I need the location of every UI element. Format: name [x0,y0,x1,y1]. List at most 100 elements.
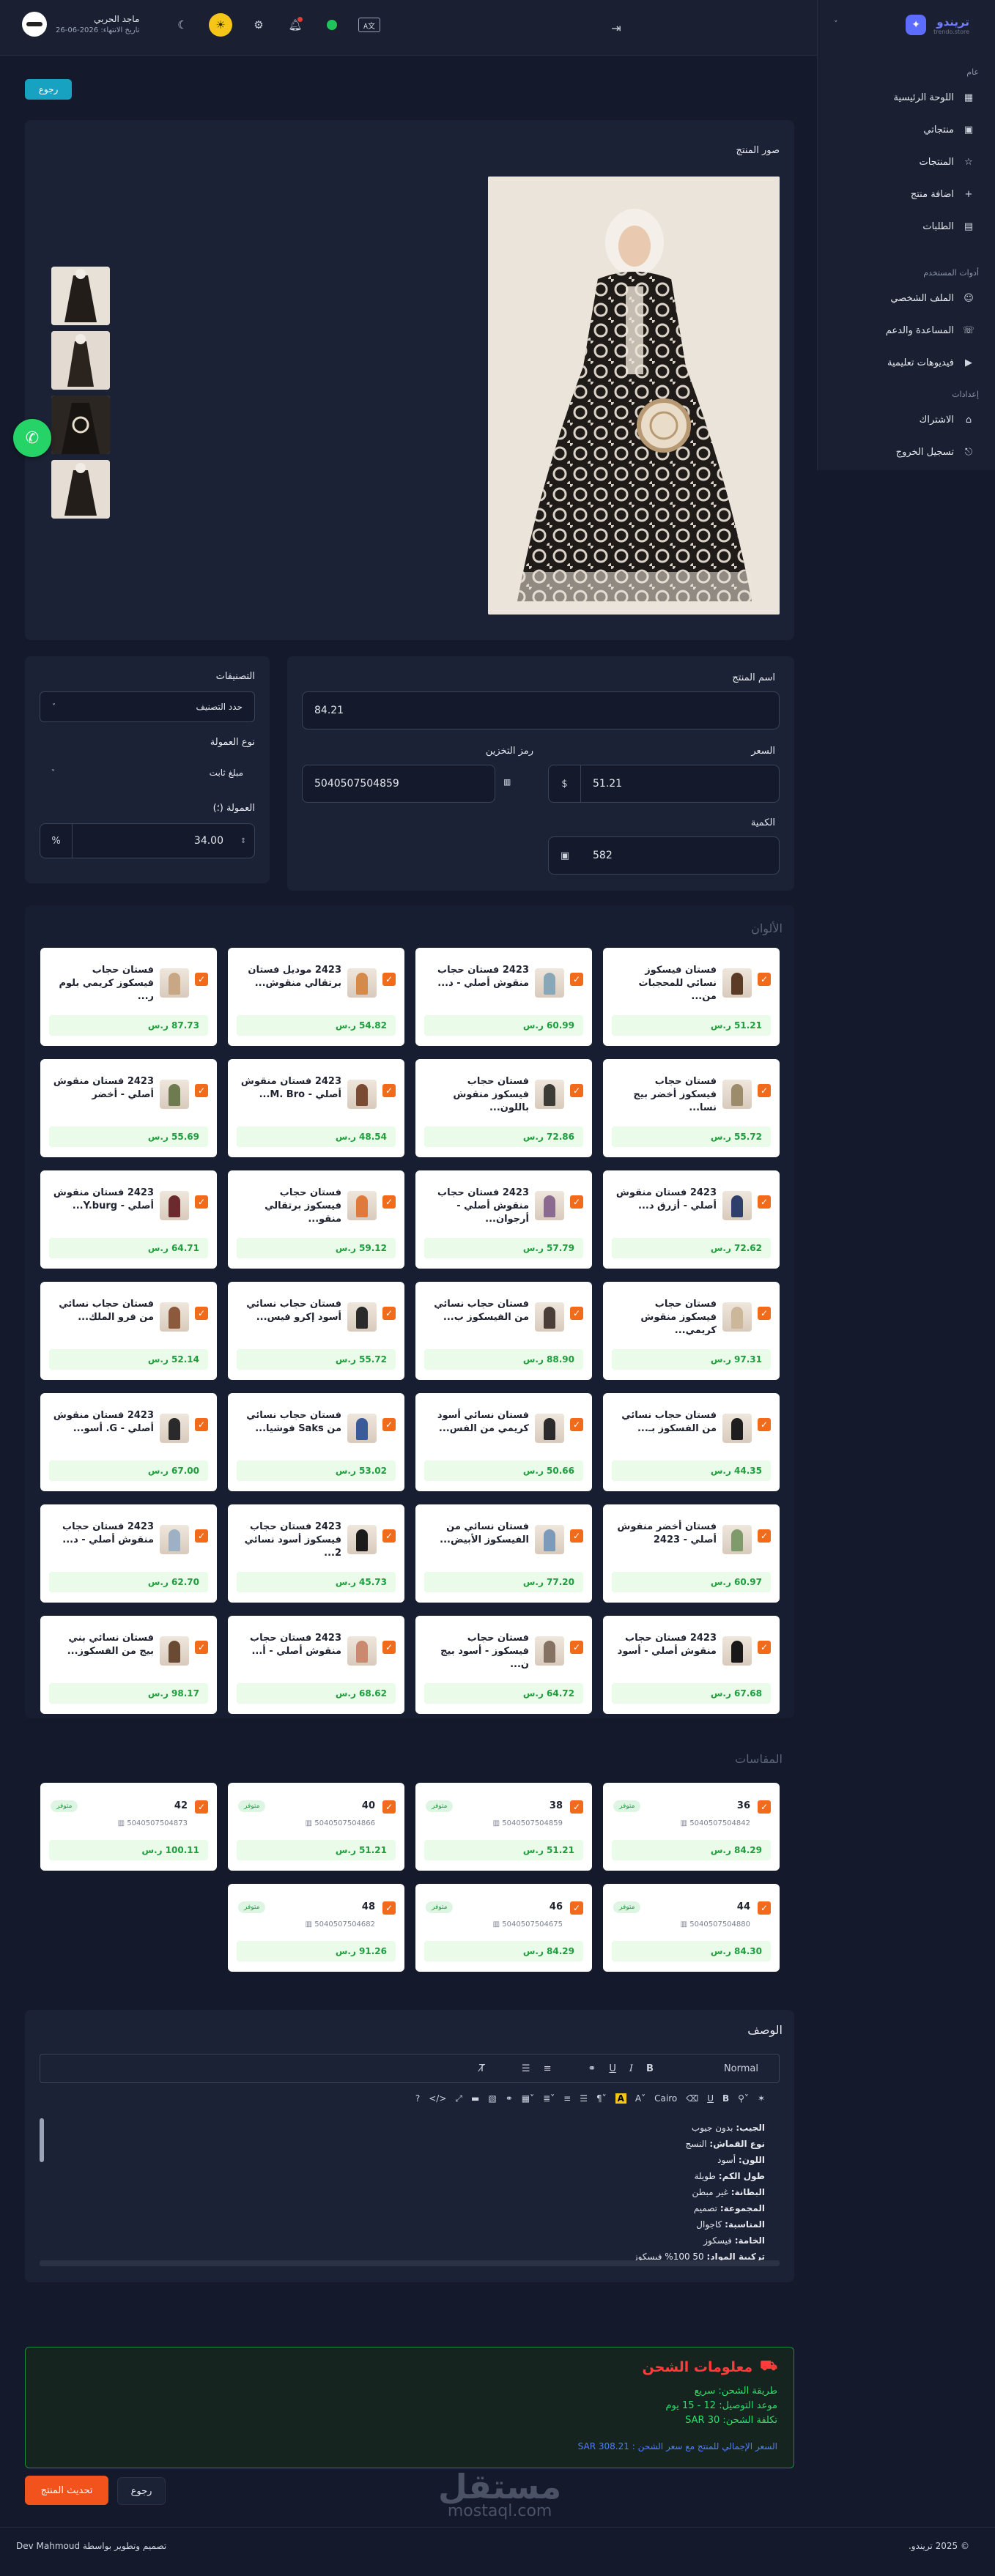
color-option-card[interactable]: ✓ 2423 فستان منقوش أصلي - M. Bro... 48.54 … [228,1059,404,1157]
style-icon[interactable]: ⚲˅ [738,2093,749,2104]
color-option-card[interactable]: ✓ فستان حجاب نسائي من فرو الملك... 52.14 ر… [40,1282,217,1380]
color-option-card[interactable]: ✓ فستان حجاب فيسكوز كريمي بلوم ر... 87.73 … [40,948,217,1046]
bullet-list-icon[interactable]: ≡ [544,2063,552,2074]
status-online-icon[interactable] [322,15,342,35]
sidebar-item-subscription[interactable]: ⌂ الاشتراك [817,408,995,431]
checkbox-checked-icon[interactable]: ✓ [758,1418,771,1431]
checkbox-checked-icon[interactable]: ✓ [382,1901,396,1915]
magic-icon[interactable]: ✶ [758,2093,765,2104]
checkbox-checked-icon[interactable]: ✓ [758,973,771,986]
code-icon[interactable]: </> [429,2093,446,2104]
main-product-image[interactable] [488,177,780,615]
checkbox-checked-icon[interactable]: ✓ [570,1529,583,1543]
checkbox-checked-icon[interactable]: ✓ [758,1641,771,1654]
whatsapp-icon[interactable]: ✆ [13,419,51,457]
sidebar-item-videos[interactable]: ▶ فيديوهات تعليمية [817,351,995,374]
sidebar-item-logout[interactable]: ⎋ تسجيل الخروج [817,440,995,464]
sidebar-item-my-products[interactable]: ▣ منتجاتي [817,118,995,141]
checkbox-checked-icon[interactable]: ✓ [382,1418,396,1431]
sidebar-item-products[interactable]: ☆ المنتجات [817,150,995,174]
sidebar-item-orders[interactable]: ▤ الطلبات [817,215,995,238]
price-input[interactable]: 51.21 $ [548,765,780,803]
font-family-select[interactable]: Cairo [654,2093,677,2104]
size-option-card[interactable]: ✓ 42 متوفر ▥ 5040507504873 100.11 ر.س [40,1783,217,1871]
highlight-color-icon[interactable]: A [615,2093,626,2104]
sidebar-item-profile[interactable]: ☺ الملف الشخصي [817,286,995,310]
line-height-icon[interactable]: ≣˅ [543,2093,555,2104]
stepper-icon[interactable]: ⇕ [232,824,254,858]
sidebar-item-dashboard[interactable]: ▦ اللوحة الرئيسية [817,86,995,109]
collapse-right-icon[interactable]: ⇥ [606,18,626,38]
checkbox-checked-icon[interactable]: ✓ [758,1901,771,1915]
back-button[interactable]: رجوع [25,79,72,100]
color-option-card[interactable]: ✓ 2423 فستان حجاب منقوش أصلي - د... 62.70 … [40,1504,217,1603]
link-icon[interactable]: ⚭ [588,2063,596,2074]
checkbox-checked-icon[interactable]: ✓ [570,1307,583,1320]
color-option-card[interactable]: ✓ 2423 فستان منقوش أصلي - أخضر 55.69 ر.س [40,1059,217,1157]
color-option-card[interactable]: ✓ 2423 فستان حجاب منقوش أصلي - أسود 67.68 … [603,1616,780,1714]
checkbox-checked-icon[interactable]: ✓ [570,1641,583,1654]
sidebar-item-support[interactable]: ☏ المساعدة والدعم [817,319,995,342]
fullscreen-icon[interactable]: ⤢ [455,2093,462,2104]
gear-icon[interactable]: ⚙ [248,15,269,35]
color-option-card[interactable]: ✓ 2423 فستان حجاب فيسكوز أسود نسائي 2... 4… [228,1504,404,1603]
back-button-bottom[interactable]: رجوع [117,2477,166,2505]
font-size-icon[interactable]: A˅ [635,2093,646,2104]
link-icon[interactable]: ⚭ [506,2093,513,2104]
color-option-card[interactable]: ✓ 2423 فستان منقوش أصلي - أزرق د... 72.62 … [603,1170,780,1269]
size-option-card[interactable]: ✓ 36 متوفر ▥ 5040507504842 84.29 ر.س [603,1783,780,1871]
checkbox-checked-icon[interactable]: ✓ [195,1418,208,1431]
video-icon[interactable]: ▬ [471,2093,479,2104]
align-icon[interactable]: ≡ [563,2093,571,2104]
brand[interactable]: تريندو trendo.store ✦ [906,15,969,35]
checkbox-checked-icon[interactable]: ✓ [570,1901,583,1915]
checkbox-checked-icon[interactable]: ✓ [382,1529,396,1543]
color-option-card[interactable]: ✓ فستان حجاب نسائي من Saks فوشيا... 53.02 … [228,1393,404,1491]
color-option-card[interactable]: ✓ 2423 فستان حجاب منقوش أصلي - أ... 68.62 … [228,1616,404,1714]
color-option-card[interactable]: ✓ فستان أخضر منقوش أصلي - 2423 60.97 ر.س [603,1504,780,1603]
color-option-card[interactable]: ✓ 2423 فستان حجاب منقوش أصلي - أرجوان... 5… [415,1170,592,1269]
size-option-card[interactable]: ✓ 44 متوفر ▥ 5040507504880 84.30 ر.س [603,1884,780,1972]
thumbnail-image[interactable] [51,331,110,390]
moon-icon[interactable]: ☾ [172,15,193,35]
checkbox-checked-icon[interactable]: ✓ [570,1418,583,1431]
checkbox-checked-icon[interactable]: ✓ [570,1800,583,1814]
underline-icon[interactable]: U [707,2093,714,2104]
language-icon[interactable]: A文 [358,18,380,32]
sidebar-item-add-product[interactable]: + اضافة منتج [817,182,995,206]
thumbnail-image[interactable] [51,267,110,325]
editor-scrollbar[interactable] [40,2118,44,2162]
format-select[interactable]: Normal [724,2063,758,2074]
color-option-card[interactable]: ✓ فستان حجاب فيسكوز أخضر بيج نسا... 55.72 … [603,1059,780,1157]
checkbox-checked-icon[interactable]: ✓ [758,1084,771,1097]
checkbox-checked-icon[interactable]: ✓ [382,1084,396,1097]
product-name-input[interactable]: 84.21 [302,691,780,730]
checkbox-checked-icon[interactable]: ✓ [195,1084,208,1097]
chevron-icon[interactable]: ˅ [834,19,838,29]
color-option-card[interactable]: ✓ فستان نسائي أسود كريمي من الفس... 50.66 … [415,1393,592,1491]
commission-input[interactable]: ⇕ 34.00 % [40,823,255,858]
bell-icon[interactable]: 🔔︎ [285,15,306,35]
avatar[interactable] [22,12,47,37]
color-option-card[interactable]: ✓ 2423 فستان حجاب منقوش أصلي - د... 60.99 … [415,948,592,1046]
commission-type-select[interactable]: مبلغ ثابت ˅ [40,757,255,788]
checkbox-checked-icon[interactable]: ✓ [195,1641,208,1654]
table-icon[interactable]: ▦˅ [522,2093,534,2104]
color-option-card[interactable]: ✓ فستان حجاب نسائي من الفسكوز بـ... 44.35 … [603,1393,780,1491]
checkbox-checked-icon[interactable]: ✓ [758,1195,771,1209]
categories-select[interactable]: حدد التصنيف ˅ [40,691,255,722]
thumbnail-image[interactable] [51,460,110,519]
color-option-card[interactable]: ✓ فستان حجاب نسائي من الفيسكوز ب... 88.90 … [415,1282,592,1380]
user-menu[interactable]: ماجد الحربي تاريخ الانتهاء: 2026-06-26 [22,12,139,37]
description-editor[interactable]: الجيب: بدون جيوب نوع القماش: النسج اللون: … [40,2112,780,2266]
color-option-card[interactable]: ✓ فستان حجاب فيسكوز - أسود بيج ن... 64.72 … [415,1616,592,1714]
checkbox-checked-icon[interactable]: ✓ [195,973,208,986]
checkbox-checked-icon[interactable]: ✓ [758,1307,771,1320]
size-option-card[interactable]: ✓ 38 متوفر ▥ 5040507504859 51.21 ر.س [415,1783,592,1871]
checkbox-checked-icon[interactable]: ✓ [382,973,396,986]
size-option-card[interactable]: ✓ 48 متوفر ▥ 5040507504682 91.26 ر.س [228,1884,404,1972]
color-option-card[interactable]: ✓ فستان حجاب فيسكوز منقوش باللون... 72.86 … [415,1059,592,1157]
paragraph-icon[interactable]: ¶˅ [596,2093,607,2104]
clear-format-icon[interactable]: T̸ [479,2063,485,2074]
checkbox-checked-icon[interactable]: ✓ [382,1641,396,1654]
